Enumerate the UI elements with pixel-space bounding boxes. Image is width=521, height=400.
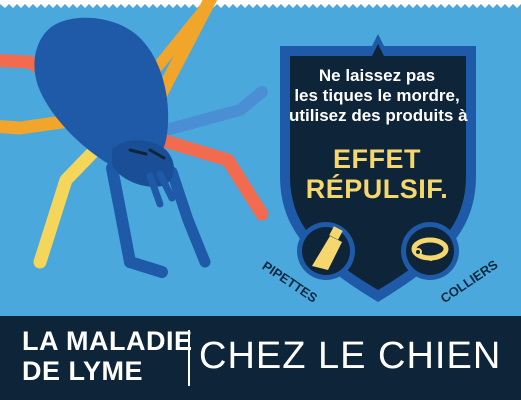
tick-body — [34, 17, 176, 208]
footer-title-line: LA MALADIE — [22, 326, 193, 356]
collar-icon — [401, 222, 459, 280]
footer-title: LA MALADIE DE LYME — [22, 326, 192, 386]
infographic: Ne laissez pas les tiques le mordre, uti… — [0, 0, 521, 400]
shield-message-line: les tiques le mordre, — [294, 86, 460, 105]
footer-subtitle: CHEZ LE CHIEN — [199, 335, 502, 377]
highlight-line: RÉPULSIF. — [305, 174, 449, 204]
footer-banner: LA MALADIE DE LYME CHEZ LE CHIEN — [0, 316, 521, 400]
footer-divider — [188, 330, 190, 386]
shield-message-line: Ne laissez pas — [318, 66, 436, 85]
shield-highlight: EFFET RÉPULSIF. — [289, 144, 465, 204]
pipette-icon — [297, 222, 355, 280]
footer-title-line: DE LYME — [22, 356, 144, 386]
shield-message-line: utilisez des produits à — [289, 106, 468, 125]
shield-message: Ne laissez pas les tiques le mordre, uti… — [289, 66, 468, 126]
highlight-line: EFFET — [333, 144, 421, 174]
